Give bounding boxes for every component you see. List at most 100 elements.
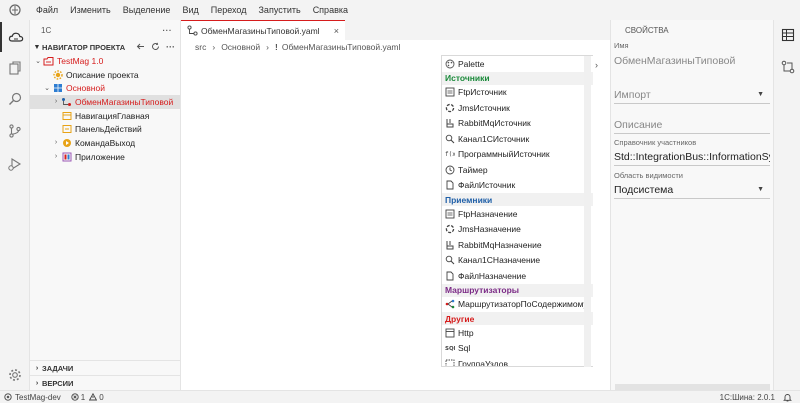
chevron-right-icon[interactable]: ›	[51, 98, 61, 105]
palette-item[interactable]: Http	[442, 325, 593, 341]
application-icon	[61, 152, 72, 162]
version-label[interactable]: 1С:Шина: 2.0.1	[720, 393, 775, 402]
notifications-bell-icon[interactable]	[783, 393, 792, 402]
menu-item[interactable]: Запустить	[253, 0, 307, 20]
more-actions-button[interactable]: ···	[163, 26, 173, 35]
table-icon[interactable]	[774, 22, 800, 48]
palette-item[interactable]: FtpНазначение	[442, 206, 593, 222]
chevron-down-icon[interactable]: ⌄	[33, 57, 43, 65]
palette-item[interactable]: ГруппаУзлов	[442, 356, 593, 366]
palette-item[interactable]: ФайлИсточник	[442, 178, 593, 194]
palette-header[interactable]: Palette	[442, 56, 593, 72]
palette-item[interactable]: МаршрутизаторПоСодержимому	[442, 297, 593, 313]
palette-item[interactable]: RabbitMqИсточник	[442, 116, 593, 132]
palette-item[interactable]: JmsНазначение	[442, 222, 593, 238]
settings-gear-icon[interactable]	[0, 360, 30, 390]
tab-exchange-yaml[interactable]: ОбменМагазиныТиповой.yaml ×	[181, 20, 345, 40]
scope-label: Область видимости	[614, 171, 683, 180]
tasks-section-header[interactable]: › ЗАДАЧИ	[30, 360, 180, 375]
code-icon: f(x)	[445, 149, 455, 159]
close-icon[interactable]: ×	[334, 26, 339, 36]
status-bar: TestMag-dev 1 0 1С:Шина: 2.0.1	[0, 390, 800, 403]
sql-icon: SQL	[445, 343, 455, 353]
cloud-icon[interactable]	[0, 22, 30, 52]
tree-item-label: КомандаВыход	[75, 137, 136, 148]
palette-item[interactable]: Канал1СИсточник	[442, 131, 593, 147]
run-debug-icon[interactable]	[0, 149, 30, 179]
explorer-icon[interactable]	[0, 53, 30, 83]
yaml-file-icon: !	[275, 42, 278, 52]
palette-item-label: ФайлИсточник	[458, 180, 516, 191]
palette-group-header[interactable]: Приемники	[442, 193, 593, 206]
properties-panel: СВОЙСТВА Имя ОбменМагазиныТиповой Импорт…	[610, 20, 773, 390]
scope-value: Подсистема	[614, 184, 674, 196]
breadcrumb-item-file[interactable]: ОбменМагазиныТиповой.yaml	[282, 42, 401, 52]
branch-name: TestMag-dev	[15, 392, 61, 402]
palette-item-label: JmsИсточник	[458, 102, 510, 113]
palette-item-label: Канал1СНазначение	[458, 255, 541, 266]
breadcrumb-item-src[interactable]: src	[195, 42, 206, 52]
sidebar-title: 1С	[41, 25, 52, 35]
palette-item[interactable]: Канал1СНазначение	[442, 253, 593, 269]
palette-scrollbar[interactable]	[584, 56, 591, 367]
problems-status[interactable]: 1 0	[61, 393, 104, 402]
tree-item-label: Основной	[66, 83, 105, 94]
tree-item-folder-main[interactable]: ⌄ Основной	[30, 81, 180, 95]
branch-status[interactable]: TestMag-dev	[0, 393, 61, 402]
scope-dropdown[interactable]: Подсистема ▼	[614, 181, 770, 199]
refresh-icon[interactable]	[151, 42, 160, 53]
more-icon[interactable]: ···	[166, 42, 175, 53]
tree-item-application[interactable]: › Приложение	[30, 150, 180, 164]
tree-item-action-panel[interactable]: ПанельДействий	[30, 122, 180, 136]
tree-item-command-exit[interactable]: › КомандаВыход	[30, 136, 180, 150]
tree-item-project-description[interactable]: Описание проекта	[30, 68, 180, 82]
search-icon[interactable]	[0, 84, 30, 114]
editor-tabs: ОбменМагазиныТиповой.yaml ×	[181, 20, 610, 40]
palette-item[interactable]: SQLSql	[442, 341, 593, 357]
menu-item[interactable]: Выделение	[117, 0, 177, 20]
back-arrow-icon[interactable]	[136, 42, 145, 53]
palette-group-header[interactable]: Источники	[442, 71, 593, 85]
project-navigator-header[interactable]: ▼ НАВИГАТОР ПРОЕКТА ···	[30, 40, 180, 54]
palette-item-label: FtpНазначение	[458, 208, 518, 219]
menu-item[interactable]: Вид	[176, 0, 204, 20]
menu-item[interactable]: Файл	[30, 0, 64, 20]
palette-collapse-chevron-icon[interactable]: ›	[595, 60, 598, 70]
chevron-right-icon[interactable]: ›	[51, 153, 61, 160]
palette-group-header[interactable]: Маршрутизаторы	[442, 283, 593, 297]
menu-item[interactable]: Справка	[307, 0, 354, 20]
http-icon	[445, 328, 455, 338]
menu-item[interactable]: Переход	[205, 0, 253, 20]
tree-item-exchange-process[interactable]: › ОбменМагазиныТиповой	[30, 95, 180, 109]
breadcrumb-item-main[interactable]: Основной	[221, 42, 260, 52]
chevron-right-icon: ›	[35, 364, 39, 372]
palette-item[interactable]: f(x)ПрограммныйИсточник	[442, 147, 593, 163]
tree-item-label: TestMag 1.0	[57, 55, 104, 66]
menu-item[interactable]: Изменить	[64, 0, 117, 20]
versions-section-header[interactable]: › ВЕРСИИ	[30, 375, 180, 390]
project-icon	[43, 56, 54, 66]
palette-group-header[interactable]: Другие	[442, 312, 593, 325]
chevron-right-icon[interactable]: ›	[51, 139, 61, 146]
palette-item[interactable]: JmsИсточник	[442, 100, 593, 116]
palette-item-label: RabbitMqИсточник	[458, 118, 531, 129]
palette-item[interactable]: ФайлНазначение	[442, 268, 593, 284]
name-value[interactable]: ОбменМагазиныТиповой	[614, 55, 735, 67]
tree-item-project-root[interactable]: ⌄ TestMag 1.0	[30, 54, 180, 68]
chevron-down-icon[interactable]: ⌄	[42, 84, 52, 92]
import-dropdown[interactable]: Импорт ▼	[614, 86, 770, 104]
palette-item[interactable]: RabbitMqНазначение	[442, 237, 593, 253]
integration-file-icon	[187, 25, 198, 36]
warning-count: 0	[99, 392, 104, 402]
description-field[interactable]: Описание	[614, 116, 770, 134]
participants-field[interactable]: Std::IntegrationBus::InformationSys	[614, 148, 770, 166]
error-count: 1	[80, 392, 86, 402]
integration-diagram-icon[interactable]	[774, 54, 800, 80]
tree-item-navigation-main[interactable]: НавигацияГлавная	[30, 109, 180, 123]
source-control-icon[interactable]	[0, 116, 30, 146]
palette-item-label: Sql	[458, 343, 471, 354]
right-rail	[773, 20, 800, 390]
palette-item[interactable]: Таймер	[442, 162, 593, 178]
palette-title: Palette	[458, 58, 485, 69]
palette-item[interactable]: FtpИсточник	[442, 85, 593, 101]
